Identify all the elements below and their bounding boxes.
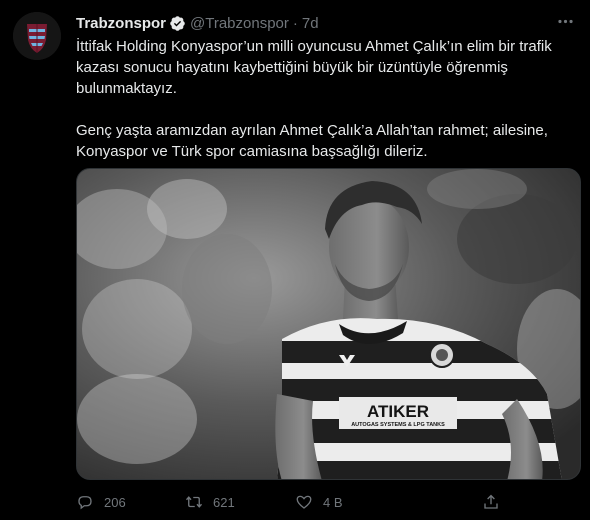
more-horizontal-icon: [557, 19, 573, 23]
separator-dot: ·: [292, 14, 298, 32]
tweet[interactable]: Trabzonspor @Trabzonspor · 7d İttifak Ho…: [0, 0, 590, 520]
verified-badge-icon: [169, 15, 186, 32]
share-button[interactable]: [482, 493, 500, 511]
heart-icon: [296, 495, 312, 509]
sponsor-subtext: AUTOGAS SYSTEMS & LPG TANKS: [351, 422, 445, 428]
share-icon: [484, 494, 498, 509]
retweet-count: 621: [213, 494, 235, 510]
reply-button[interactable]: 206: [76, 493, 126, 511]
tweet-paragraph: Genç yaşta aramızdan ayrılan Ahmet Çalık…: [76, 122, 548, 160]
player-photo: ATIKER AUTOGAS SYSTEMS & LPG TANKS: [77, 169, 580, 479]
tweet-text: İttifak Holding Konyaspor’un milli oyunc…: [76, 36, 582, 162]
like-count: 4 B: [323, 494, 343, 510]
reply-count: 206: [104, 494, 126, 510]
more-options-button[interactable]: [554, 10, 576, 32]
tweet-actions: 206 621 4 B: [76, 490, 516, 514]
avatar[interactable]: [13, 12, 61, 60]
retweet-icon: [185, 496, 203, 508]
tweet-header: Trabzonspor @Trabzonspor · 7d: [76, 13, 319, 33]
author-name[interactable]: Trabzonspor: [76, 15, 166, 32]
tweet-photo[interactable]: ATIKER AUTOGAS SYSTEMS & LPG TANKS: [76, 168, 581, 480]
tweet-paragraph: İttifak Holding Konyaspor’un milli oyunc…: [76, 38, 552, 97]
sponsor-text: ATIKER: [367, 402, 429, 421]
retweet-button[interactable]: 621: [185, 493, 235, 511]
author-handle[interactable]: @Trabzonspor: [190, 15, 289, 32]
like-button[interactable]: 4 B: [295, 493, 343, 511]
tweet-timestamp[interactable]: 7d: [302, 15, 319, 32]
club-crest-icon: [13, 12, 61, 60]
reply-icon: [78, 496, 92, 510]
